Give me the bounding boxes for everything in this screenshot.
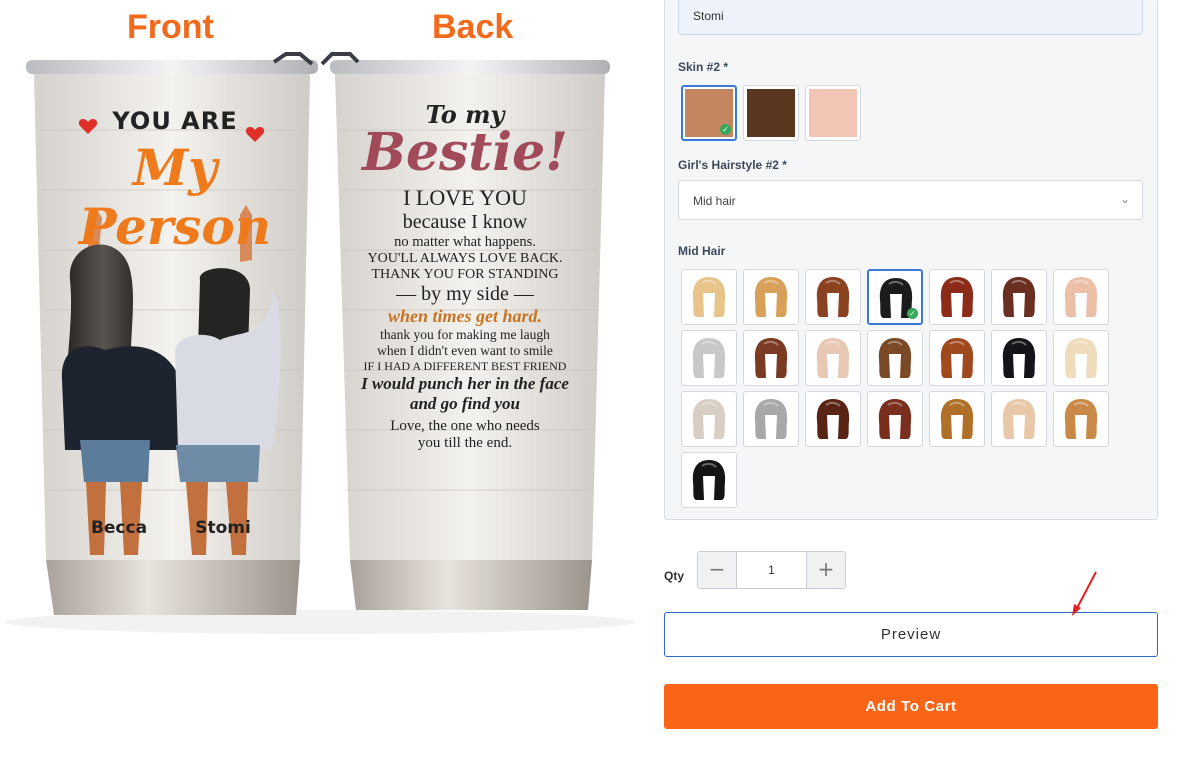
hair-option[interactable] (991, 391, 1047, 447)
back-line: no matter what happens. (394, 234, 536, 250)
back-message: To my Bestie! I LOVE YOU because I know … (345, 100, 585, 452)
front-headline: YOU ARE (112, 107, 238, 135)
hair-option[interactable] (743, 269, 799, 325)
hair-option[interactable]: ✓ (867, 269, 923, 325)
hair-swatch-icon (754, 399, 788, 439)
qty-decrease-button[interactable]: − (698, 552, 737, 588)
quantity-stepper: − 1 + (697, 551, 846, 589)
hair-swatch-icon (1064, 399, 1098, 439)
name-input[interactable]: Stomi (678, 0, 1143, 35)
hair-swatch-icon (940, 277, 974, 317)
hair-option[interactable] (743, 330, 799, 386)
hair-option[interactable] (991, 269, 1047, 325)
back-line: YOU'LL ALWAYS LOVE BACK. (367, 251, 563, 266)
front-label: Front (127, 8, 214, 46)
back-line: and go find you (409, 394, 521, 413)
add-to-cart-button[interactable]: Add To Cart (664, 684, 1158, 729)
back-label: Back (432, 8, 514, 46)
back-line: Bestie! (362, 122, 568, 183)
hair-swatch-icon (692, 277, 726, 317)
hair-swatch-icon (754, 277, 788, 317)
back-line: I would punch her in the face (361, 374, 569, 393)
product-image: Front Back YOU ARE My Person Becca Stomi… (0, 0, 640, 640)
hair-option[interactable] (805, 391, 861, 447)
hair-swatch-icon (1002, 399, 1036, 439)
hair-swatch-icon (940, 399, 974, 439)
hair-option[interactable] (929, 269, 985, 325)
hair-option[interactable] (805, 269, 861, 325)
qty-input[interactable]: 1 (737, 552, 806, 588)
skin-label: Skin #2 * (678, 60, 729, 74)
skin-swatch-color (747, 89, 795, 137)
hair-option[interactable] (991, 330, 1047, 386)
hair-swatch-icon (692, 338, 726, 378)
back-line: THANK YOU FOR STANDING (371, 267, 559, 282)
hair-option[interactable] (681, 391, 737, 447)
annotation-arrow-icon (1072, 571, 1097, 616)
back-line: when times get hard. (387, 306, 543, 326)
hair-option[interactable] (1053, 330, 1109, 386)
hair-option[interactable] (681, 330, 737, 386)
name-right: Stomi (195, 518, 251, 538)
skin-swatch[interactable] (805, 85, 861, 141)
hair-option[interactable] (1053, 391, 1109, 447)
back-line: you till the end. (417, 435, 513, 451)
hair-swatch-icon (816, 399, 850, 439)
name-left: Becca (90, 518, 148, 538)
back-line: Love, the one who needs (390, 418, 540, 434)
chevron-down-icon: ⌄ (1119, 192, 1130, 206)
hair-swatch-icon (692, 399, 726, 439)
hair-swatch-icon (754, 338, 788, 378)
hair-option[interactable] (929, 391, 985, 447)
back-line: IF I HAD A DIFFERENT BEST FRIEND (363, 359, 567, 373)
back-line: when I didn't even want to smile (377, 343, 553, 358)
hair-swatch-icon (816, 277, 850, 317)
hair-option[interactable] (805, 330, 861, 386)
hair-option[interactable] (743, 391, 799, 447)
check-icon: ✓ (720, 124, 731, 135)
skin-swatch[interactable] (743, 85, 799, 141)
hair-option[interactable] (681, 452, 737, 508)
hair-swatch-icon (940, 338, 974, 378)
hair-option[interactable] (867, 330, 923, 386)
hair-swatch-icon (692, 460, 726, 500)
midhair-label: Mid Hair (678, 244, 726, 258)
hair-swatch-icon (878, 338, 912, 378)
hair-swatch-icon (1064, 277, 1098, 317)
qty-increase-button[interactable]: + (806, 552, 845, 588)
back-line: I LOVE YOU (403, 185, 527, 210)
hair-swatch-icon (878, 399, 912, 439)
hairstyle-label: Girl's Hairstyle #2 * (678, 158, 787, 172)
back-line: thank you for making me laugh (380, 327, 550, 342)
hair-option[interactable] (1053, 269, 1109, 325)
qty-label: Qty (664, 569, 685, 583)
check-icon: ✓ (907, 308, 918, 319)
hair-option[interactable] (867, 391, 923, 447)
front-script: My Person (78, 138, 272, 256)
skin-swatch-color (809, 89, 857, 137)
hair-option[interactable] (681, 269, 737, 325)
hair-option[interactable] (929, 330, 985, 386)
hairstyle-value: Mid hair (693, 194, 736, 208)
back-line: — by my side — (396, 283, 534, 305)
back-line: because I know (402, 211, 528, 233)
hairstyle-select[interactable]: Mid hair ⌄ (678, 180, 1143, 220)
hair-swatch-icon (1002, 338, 1036, 378)
hair-swatch-icon (1064, 338, 1098, 378)
hair-swatch-icon (816, 338, 850, 378)
skin-swatch[interactable]: ✓ (681, 85, 737, 141)
hair-swatch-icon (1002, 277, 1036, 317)
